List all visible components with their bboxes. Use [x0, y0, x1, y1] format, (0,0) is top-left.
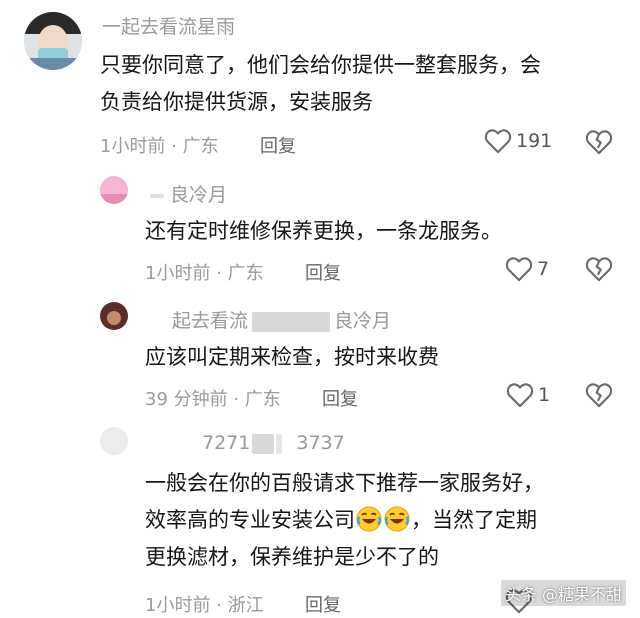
rolling-laughing-emoji [356, 506, 382, 543]
avatar-image [100, 176, 128, 204]
heart-outline-icon [484, 129, 512, 154]
timestamp-location: 1小时前 · 广东 [145, 263, 264, 284]
avatar-image [24, 12, 82, 70]
avatar[interactable] [100, 427, 128, 455]
dislike-button[interactable] [585, 129, 613, 159]
redacted-text [150, 193, 164, 198]
avatar[interactable] [24, 12, 82, 70]
username-text-prefix: 起去看流 [172, 310, 249, 332]
watermark: 头条 @糖果不甜 [500, 580, 626, 606]
like-count: 191 [516, 130, 553, 152]
comment-text-line-2: 负责给你提供货源，安装服务 [100, 90, 373, 114]
heart-outline-icon [506, 383, 534, 408]
like-button[interactable]: 1 [506, 382, 550, 408]
username-text-suffix: 3737 [296, 432, 345, 454]
reply-button[interactable]: 回复 [305, 259, 341, 285]
comment-text-line-1: 应该叫定期来检查，按时来收费 [145, 345, 439, 369]
username[interactable]: 起去看流 良冷月 [172, 306, 391, 333]
redacted-text [252, 433, 275, 454]
rolling-laughing-emoji [384, 506, 410, 543]
like-count: 1 [538, 384, 551, 406]
redacted-text [276, 433, 283, 454]
reply-button[interactable]: 回复 [260, 132, 296, 158]
username[interactable]: 一起去看流星雨 [102, 12, 235, 39]
avatar[interactable] [100, 302, 128, 330]
like-count: 7 [537, 258, 550, 280]
username[interactable]: 良冷月 [150, 180, 227, 207]
dislike-button[interactable] [585, 256, 613, 286]
broken-heart-icon [585, 257, 613, 282]
heart-outline-icon [505, 257, 533, 282]
avatar[interactable] [100, 176, 128, 204]
like-button[interactable]: 191 [484, 128, 552, 154]
timestamp-location: 1小时前 · 广东 [100, 136, 219, 157]
timestamp-location: 1小时前 · 浙江 [145, 595, 264, 616]
reply-button[interactable]: 回复 [322, 385, 358, 411]
username-text-suffix: 良冷月 [334, 310, 392, 332]
broken-heart-icon [585, 130, 613, 155]
timestamp-location: 39 分钟前 · 广东 [145, 389, 281, 410]
avatar-image [100, 427, 128, 455]
comment-text-segment: ，当然了定期 [411, 508, 537, 532]
avatar-image [100, 302, 128, 330]
reply-button[interactable]: 回复 [305, 591, 341, 617]
username-text: 良冷月 [170, 184, 228, 206]
comment-text-line-3: 更换滤材，保养维护是少不了的 [145, 545, 439, 569]
broken-heart-icon [585, 383, 613, 408]
comment-text-line-1: 还有定时维修保养更换，一条龙服务。 [145, 219, 502, 243]
dislike-button[interactable] [585, 382, 613, 412]
comment-text-line-2: 效率高的专业安装公司 ，当然了定期 [145, 503, 537, 543]
redacted-text [252, 311, 331, 332]
comment-text-line-1: 一般会在你的百般请求下推荐一家服务好， [145, 471, 544, 495]
comment-text-line-1: 只要你同意了，他们会给你提供一整套服务，会 [100, 53, 541, 77]
like-button[interactable]: 7 [505, 256, 549, 282]
username-text-prefix: 7271 [202, 432, 251, 454]
comment-text-segment: 效率高的专业安装公司 [145, 508, 355, 532]
username[interactable]: 7271 3737 [202, 432, 345, 454]
